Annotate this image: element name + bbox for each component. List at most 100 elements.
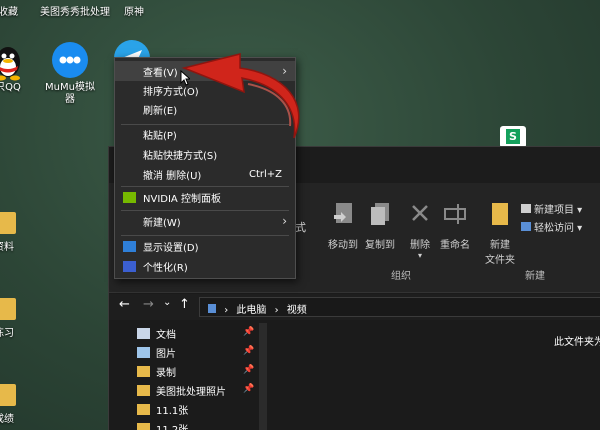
breadcrumb-sep-2: › (274, 305, 279, 316)
new-item-icon (521, 204, 531, 213)
navigation-pane-scrollbar[interactable] (259, 323, 267, 430)
menu-item-undo-delete-shortcut: Ctrl+Z (249, 168, 283, 180)
desktop-label-yuanshen[interactable]: 原神 (124, 3, 144, 18)
move-to-label: 移动到 (328, 240, 358, 251)
address-bar[interactable]: › 此电脑 › 视频 (199, 297, 600, 317)
copy-to-icon (371, 203, 389, 225)
mumu-emulator-icon (52, 42, 88, 78)
desktop-icon-wps-sheet[interactable]: S (500, 126, 526, 148)
pin-icon: 📌 (243, 365, 255, 375)
rename-label: 重命名 (440, 240, 470, 251)
folder-icon (0, 298, 16, 320)
copy-to-button[interactable]: 复制到 (363, 201, 397, 251)
nav-item-documents-label: 文档 (156, 329, 176, 341)
desktop-folder-3-label: 成绩 (0, 414, 14, 425)
this-pc-icon (208, 304, 216, 313)
mouse-cursor-icon (180, 70, 190, 86)
folder-icon (137, 384, 150, 396)
breadcrumb-sep-1: › (224, 305, 229, 316)
nav-item-11-1[interactable]: 11.1张 (137, 399, 188, 419)
desktop-icon-mumu-label-line1: MuMu模拟 (45, 82, 95, 93)
pictures-icon (137, 346, 150, 358)
nav-item-recordings-label: 录制 (156, 367, 176, 379)
nvidia-icon (123, 192, 136, 203)
menu-item-display-settings[interactable]: 显示设置(D) (115, 236, 295, 256)
desktop-label-meitu-batch[interactable]: 美图秀秀批处理 (40, 3, 110, 18)
navigation-pane: 文档 📌 图片 📌 录制 📌 美图批处理照片 📌 11.1张 11.2张 (109, 323, 269, 430)
delete-label: 删除 (410, 240, 430, 251)
recent-locations-dropdown[interactable]: ⌄ (163, 297, 171, 308)
back-button[interactable]: ← (119, 297, 130, 312)
menu-item-personalize-label: 个性化(R) (143, 262, 188, 274)
red-annotation-arrow (181, 53, 300, 139)
desktop-folder-3[interactable]: 成绩 (0, 384, 18, 425)
desktop-icon-mumu-label-line2: 器 (65, 94, 75, 105)
delete-x-icon (412, 205, 428, 221)
easy-access-label: 轻松访问 ▾ (534, 223, 583, 234)
menu-item-new[interactable]: 新建(W) › (115, 211, 295, 231)
menu-item-paste-shortcut-label: 粘贴快捷方式(S) (143, 150, 218, 162)
pin-icon: 📌 (243, 346, 255, 356)
desktop-icon-mumu[interactable]: MuMu模拟 器 (42, 42, 98, 106)
menu-item-undo-delete-label: 撤消 删除(U) (143, 170, 202, 182)
ribbon-group-organize: 组织 (391, 271, 411, 282)
desktop-folder-1[interactable]: 资料 (0, 212, 18, 253)
new-item-button[interactable]: 新建项目 ▾ (521, 201, 582, 216)
empty-folder-message: 此文件夹为 (554, 337, 600, 348)
delete-button[interactable]: 删除 ▾ (407, 201, 433, 260)
menu-item-display-settings-label: 显示设置(D) (143, 242, 199, 254)
nav-item-meitu-batch[interactable]: 美图批处理照片 (137, 380, 226, 400)
breadcrumb-videos[interactable]: 视频 (287, 305, 307, 316)
desktop-folder-1-label: 资料 (0, 242, 14, 253)
desktop-icon-qq[interactable]: 只QQ (0, 42, 36, 94)
pin-icon: 📌 (243, 327, 255, 337)
menu-item-paste-shortcut[interactable]: 粘贴快捷方式(S) (115, 144, 295, 164)
nav-item-11-2[interactable]: 11.2张 (137, 418, 188, 430)
new-folder-button[interactable]: 新建 文件夹 (483, 201, 517, 266)
ribbon-partial-label: 式 (295, 221, 306, 234)
chevron-right-icon: › (282, 214, 287, 228)
new-folder-label-line1: 新建 (490, 240, 510, 251)
folder-icon (0, 212, 16, 234)
new-item-label: 新建项目 ▾ (534, 205, 583, 216)
nav-item-pictures[interactable]: 图片 (137, 342, 176, 362)
nav-item-11-1-label: 11.1张 (156, 405, 189, 417)
menu-item-new-label: 新建(W) (143, 217, 181, 229)
up-button[interactable]: ↑ (179, 297, 190, 312)
new-folder-icon (492, 203, 508, 225)
easy-access-icon (521, 222, 531, 231)
nav-item-meitu-batch-label: 美图批处理照片 (156, 386, 226, 398)
desktop-label-shoucang[interactable]: 收藏 (0, 3, 18, 18)
qq-penguin-icon (0, 42, 26, 81)
new-folder-label-line2: 文件夹 (485, 255, 515, 266)
navigation-bar: ← → ⌄ ↑ › 此电脑 › 视频 (109, 294, 600, 320)
breadcrumb-this-pc[interactable]: 此电脑 (236, 305, 266, 316)
folder-icon (137, 403, 150, 415)
menu-item-nvidia-label: NVIDIA 控制面板 (143, 193, 221, 205)
easy-access-button[interactable]: 轻松访问 ▾ (521, 219, 582, 234)
display-monitor-icon (123, 241, 136, 252)
menu-item-personalize[interactable]: 个性化(R) (115, 256, 295, 276)
pin-icon: 📌 (243, 384, 255, 394)
delete-dropdown-arrow[interactable]: ▾ (407, 251, 433, 260)
folder-icon (0, 384, 16, 406)
copy-to-label: 复制到 (365, 240, 395, 251)
forward-button[interactable]: → (143, 297, 154, 312)
menu-item-undo-delete[interactable]: 撤消 删除(U) Ctrl+Z (115, 164, 295, 184)
nav-item-pictures-label: 图片 (156, 348, 176, 360)
wps-sheet-icon: S (506, 129, 520, 144)
rename-button[interactable]: 重命名 (437, 201, 473, 251)
move-to-icon (334, 203, 352, 223)
menu-item-nvidia-control-panel[interactable]: NVIDIA 控制面板 (115, 187, 295, 207)
ribbon-group-new: 新建 (525, 271, 545, 282)
nav-item-recordings[interactable]: 录制 (137, 361, 176, 381)
documents-icon (137, 327, 150, 339)
folder-icon (137, 365, 150, 377)
desktop-folder-2-label: 练习 (0, 328, 14, 339)
folder-icon (137, 422, 150, 430)
move-to-button[interactable]: 移动到 (327, 201, 359, 251)
rename-icon (444, 204, 466, 224)
nav-item-11-2-label: 11.2张 (156, 424, 189, 430)
nav-item-documents[interactable]: 文档 (137, 323, 176, 343)
desktop-folder-2[interactable]: 练习 (0, 298, 18, 339)
